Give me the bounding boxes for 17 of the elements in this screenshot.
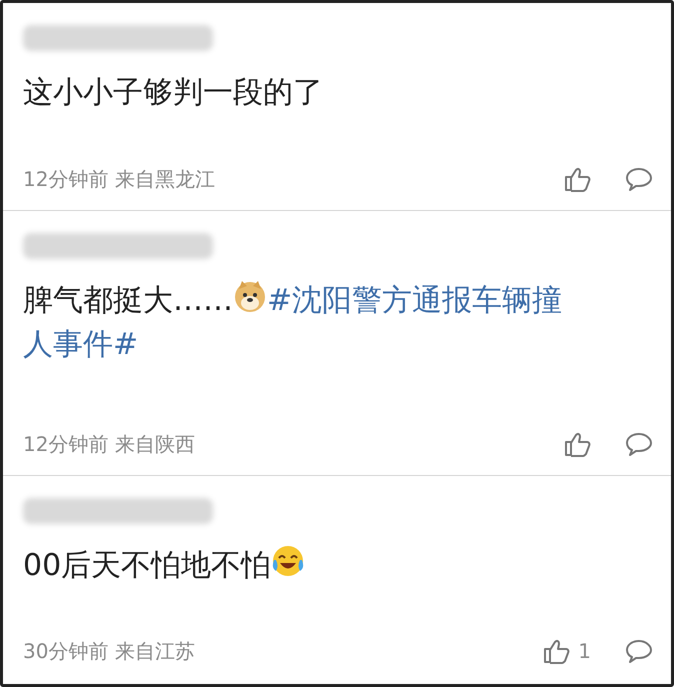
- like-count: 1: [578, 638, 591, 665]
- laughing-emoji-icon: [271, 544, 306, 578]
- comment-text: 这小小子够判一段的了: [23, 74, 324, 112]
- comment-icon[interactable]: [625, 638, 653, 664]
- doge-emoji-icon: [233, 279, 267, 313]
- hashtag-link[interactable]: #沈阳警方通报车辆撞: [267, 283, 562, 318]
- comment-icon[interactable]: [625, 166, 653, 192]
- comment-meta: 12分钟前 来自陕西: [23, 431, 195, 458]
- thumbs-up-icon[interactable]: [563, 430, 591, 458]
- thumbs-up-icon[interactable]: [563, 165, 591, 193]
- comment-text: 00后天不怕地不怕: [23, 544, 653, 588]
- thumbs-up-icon[interactable]: [542, 637, 570, 665]
- comment-meta: 12分钟前 来自黑龙江: [23, 166, 215, 193]
- comment-text: 脾气都挺大…… #沈阳警方通报车辆撞 人事件#: [23, 279, 653, 367]
- comment-meta: 30分钟前 来自江苏: [23, 638, 195, 665]
- hashtag-link[interactable]: 人事件#: [23, 327, 138, 362]
- comment-icon[interactable]: [625, 431, 653, 457]
